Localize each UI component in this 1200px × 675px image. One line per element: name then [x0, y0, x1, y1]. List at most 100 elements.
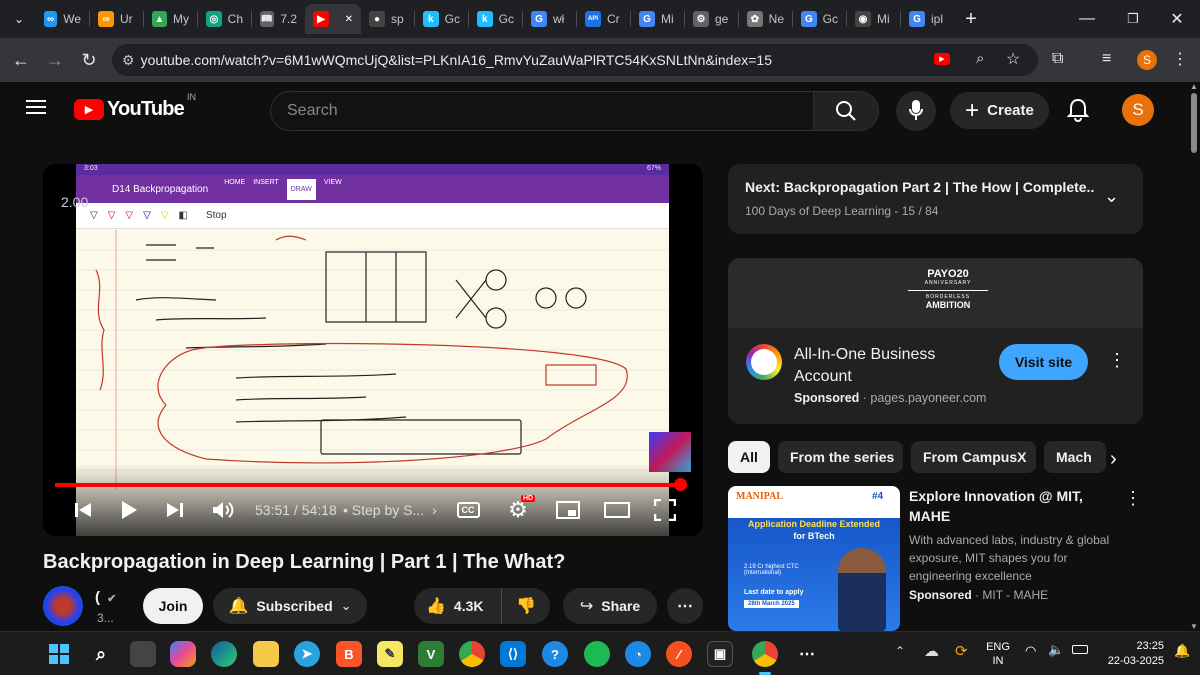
notepad-icon[interactable]: ✎: [377, 641, 403, 667]
more-actions-button[interactable]: ⋯: [667, 588, 703, 624]
browser-tab[interactable]: k Gc: [469, 4, 522, 34]
cloud-icon[interactable]: ☁: [924, 642, 939, 660]
taskbar-search-button[interactable]: ⌕: [88, 641, 114, 667]
more-apps-icon[interactable]: ⋯: [794, 641, 820, 667]
youtube-logo[interactable]: ▶ YouTube IN: [74, 92, 196, 121]
captions-button[interactable]: CC: [455, 500, 481, 520]
promo-item[interactable]: MANIPAL #4 Application Deadline Extended…: [728, 486, 1143, 631]
task-view-icon[interactable]: [130, 641, 156, 667]
scroll-down-arrow[interactable]: ▼: [1188, 622, 1200, 631]
settings-button[interactable]: ⚙ HD: [505, 495, 536, 522]
chrome-active-icon[interactable]: [752, 641, 778, 667]
notification-bell-icon[interactable]: 🔔: [1174, 643, 1190, 659]
chapter-button[interactable]: • Step by S... ›: [343, 502, 437, 518]
reading-list-icon[interactable]: ≡: [1102, 50, 1111, 68]
fullscreen-button[interactable]: [653, 498, 677, 522]
browser-tab[interactable]: Gipl: [901, 4, 954, 34]
miniplayer-button[interactable]: [555, 500, 581, 520]
chips-next-button[interactable]: ›: [1110, 448, 1117, 471]
browser-tab[interactable]: Gwł: [523, 4, 576, 34]
share-button[interactable]: ↪ Share: [563, 588, 657, 624]
whatsapp-icon[interactable]: ◔: [625, 641, 651, 667]
browser-tab[interactable]: ✿ Ne: [739, 4, 792, 34]
tab-search-button[interactable]: ⌄: [2, 4, 36, 34]
expand-playlist-button[interactable]: ⌄: [1104, 186, 1119, 207]
zoom-icon[interactable]: ⌕: [976, 50, 984, 67]
minimize-button[interactable]: —: [1064, 0, 1110, 38]
close-window-button[interactable]: ✕: [1154, 0, 1200, 38]
chrome-icon[interactable]: [459, 641, 485, 667]
app-icon-orange[interactable]: ⁄: [666, 641, 692, 667]
channel-name[interactable]: ( ✔: [95, 589, 116, 606]
spotify-icon[interactable]: [584, 641, 610, 667]
browser-tab[interactable]: ▶ ✕: [305, 4, 361, 34]
search-input[interactable]: Search: [270, 91, 814, 131]
scroll-up-arrow[interactable]: ▲: [1188, 82, 1200, 91]
promo-more-button[interactable]: ⋮: [1124, 488, 1142, 509]
new-tab-button[interactable]: +: [956, 4, 986, 34]
bookmark-star-icon[interactable]: ☆: [1006, 49, 1020, 69]
filter-chip[interactable]: From the series: [778, 441, 903, 473]
previous-button[interactable]: [71, 498, 95, 522]
browser-tab[interactable]: ∞ We: [36, 4, 89, 34]
like-button[interactable]: 👍 4.3K: [414, 588, 502, 624]
browser-menu-icon[interactable]: ⋮: [1172, 49, 1188, 69]
progress-track[interactable]: [55, 483, 685, 487]
browser-tab[interactable]: k Gc: [415, 4, 468, 34]
browser-tab[interactable]: API Cr: [577, 4, 630, 34]
progress-scrubber[interactable]: [673, 478, 687, 491]
notifications-button[interactable]: [1066, 98, 1090, 127]
filter-chip[interactable]: Mach: [1044, 441, 1106, 473]
video-player[interactable]: 3:03 67% D14 Backpropagation HOME INSERT D…: [43, 164, 703, 536]
site-info-icon[interactable]: ⚙: [122, 52, 135, 69]
restore-button[interactable]: ❐: [1110, 0, 1156, 38]
forward-button[interactable]: →: [38, 43, 72, 77]
profile-avatar[interactable]: S: [1137, 50, 1157, 70]
url-text[interactable]: youtube.com/watch?v=6M1wWQmcUjQ&list=PLK…: [141, 52, 772, 68]
browser-tab[interactable]: G Gc: [793, 4, 846, 34]
file-explorer-icon[interactable]: [253, 641, 279, 667]
browser-tab[interactable]: 📖 7.2: [252, 4, 305, 34]
browser-tab[interactable]: ⚙ ge: [685, 4, 738, 34]
theater-mode-button[interactable]: [603, 500, 631, 520]
scroll-thumb[interactable]: [1191, 93, 1197, 153]
battery-icon[interactable]: [1072, 645, 1088, 654]
telegram-icon[interactable]: ➤: [294, 641, 320, 667]
browser-tab[interactable]: G Mi: [631, 4, 684, 34]
visit-site-button[interactable]: Visit site: [999, 344, 1088, 380]
next-button[interactable]: [163, 498, 187, 522]
app-icon-v[interactable]: V: [418, 641, 444, 667]
browser-tab[interactable]: ◉ Mi: [847, 4, 900, 34]
filter-chip[interactable]: All: [728, 441, 770, 473]
promo-thumbnail[interactable]: MANIPAL #4 Application Deadline Extended…: [728, 486, 900, 631]
edge-icon[interactable]: [211, 641, 237, 667]
extensions-icon[interactable]: ⧉: [1052, 50, 1063, 68]
next-up-card[interactable]: Next: Backpropagation Part 2 | The How |…: [728, 164, 1143, 234]
browser-tab[interactable]: ◎ Ch: [198, 4, 251, 34]
help-icon[interactable]: ?: [542, 641, 568, 667]
clock[interactable]: 23:25 22-03-2025: [1096, 639, 1164, 669]
browser-tab[interactable]: ● sp: [361, 4, 414, 34]
youtube-extension-icon[interactable]: ▶: [934, 53, 950, 65]
back-button[interactable]: ←: [4, 43, 38, 77]
search-button[interactable]: [813, 91, 879, 131]
account-avatar[interactable]: S: [1122, 94, 1154, 126]
play-button[interactable]: [117, 498, 141, 522]
volume-button[interactable]: [209, 498, 237, 522]
subscribed-button[interactable]: 🔔 Subscribed ⌄: [213, 588, 367, 624]
app-icon-dark[interactable]: ▣: [707, 641, 733, 667]
wifi-icon[interactable]: ◠: [1025, 643, 1036, 659]
filter-chip[interactable]: From CampusX: [911, 441, 1036, 473]
sync-icon[interactable]: ⟳: [955, 642, 968, 660]
language-indicator[interactable]: ENG IN: [984, 640, 1012, 668]
start-button[interactable]: [46, 641, 72, 667]
copilot-icon[interactable]: [170, 641, 196, 667]
speaker-icon[interactable]: 🔈: [1048, 642, 1064, 658]
ad-card[interactable]: PAYO20 ANNIVERSARY BORDERLESS AMBITION A…: [728, 258, 1143, 424]
page-scrollbar[interactable]: ▲ ▼: [1188, 82, 1200, 631]
voice-search-button[interactable]: [896, 91, 936, 131]
channel-avatar[interactable]: [43, 586, 83, 626]
browser-tab[interactable]: ∞ Ur: [90, 4, 143, 34]
reload-button[interactable]: ↻: [72, 43, 106, 77]
ad-more-button[interactable]: ⋮: [1108, 350, 1126, 371]
